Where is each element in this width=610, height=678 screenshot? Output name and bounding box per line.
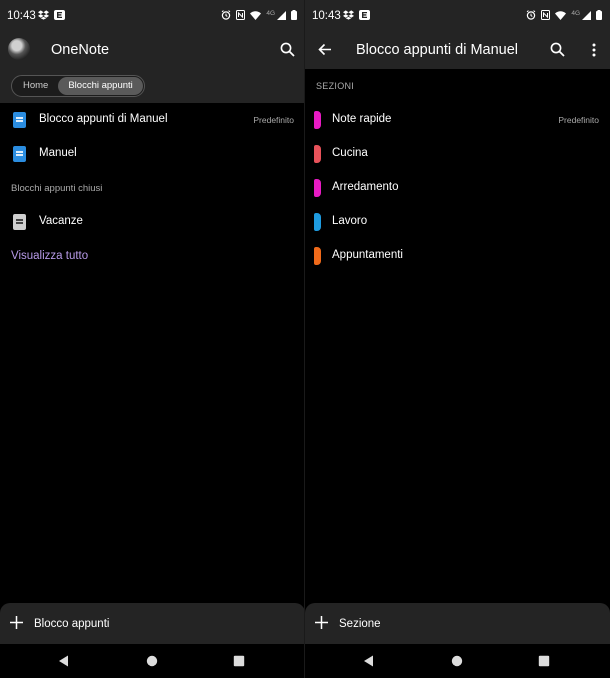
notebook-icon: [13, 112, 26, 128]
section-item[interactable]: Lavoro: [305, 205, 610, 239]
plus-icon: [10, 616, 23, 629]
arrow-back-icon[interactable]: [318, 43, 332, 56]
notebook-item[interactable]: Blocco appunti di Manuel Predefinito: [0, 103, 305, 137]
nav-recents-icon[interactable]: [233, 655, 245, 667]
signal-icon: [277, 10, 286, 20]
status-icons: 4G: [221, 10, 297, 20]
dropbox-icon: [343, 10, 354, 20]
notebook-icon: [13, 214, 26, 230]
section-color-tab: [314, 247, 321, 265]
wifi-icon: [250, 10, 262, 20]
status-icons: 4G: [526, 10, 602, 20]
network-type: 4G: [571, 9, 580, 17]
section-item[interactable]: Note rapide Predefinito: [305, 103, 610, 137]
add-notebook-button[interactable]: Blocco appunti: [0, 603, 305, 644]
plus-icon: [315, 616, 328, 629]
nav-back-icon[interactable]: [363, 655, 375, 667]
network-type: 4G: [266, 9, 275, 17]
search-icon[interactable]: [280, 42, 295, 57]
add-notebook-label: Blocco appunti: [34, 618, 110, 630]
section-name: Arredamento: [332, 181, 399, 193]
notification-icons: [343, 10, 370, 20]
section-item[interactable]: Arredamento: [305, 171, 610, 205]
section-color-tab: [314, 179, 321, 197]
nav-back-icon[interactable]: [58, 655, 70, 667]
status-bar: 10:43 4G: [0, 0, 305, 33]
default-badge: Predefinito: [253, 115, 294, 125]
default-badge: Predefinito: [558, 115, 599, 125]
battery-icon: [596, 10, 602, 20]
notification-icons: [38, 10, 65, 20]
nfc-icon: [541, 10, 551, 20]
mail-app-icon: [359, 10, 370, 20]
closed-notebook-item[interactable]: Vacanze: [0, 205, 305, 239]
tab-bar: Home Blocchi appunti: [0, 69, 305, 103]
notebook-icon: [13, 146, 26, 162]
dropbox-icon: [38, 10, 49, 20]
section-item[interactable]: Cucina: [305, 137, 610, 171]
closed-notebooks-header: Blocchi appunti chiusi: [11, 183, 103, 194]
notebook-title: Blocco appunti di Manuel: [356, 42, 519, 58]
notebook-name: Vacanze: [39, 215, 83, 227]
signal-icon: [582, 10, 591, 20]
mail-app-icon: [54, 10, 65, 20]
tab-notebooks[interactable]: Blocchi appunti: [58, 77, 143, 95]
app-bar: OneNote: [0, 33, 305, 69]
add-section-button[interactable]: Sezione: [305, 603, 610, 644]
alarm-icon: [527, 10, 536, 20]
section-color-tab: [314, 213, 321, 231]
nav-recents-icon[interactable]: [538, 655, 550, 667]
system-nav-bar: [305, 644, 610, 678]
nav-home-icon[interactable]: [146, 655, 158, 667]
tab-home[interactable]: Home: [13, 77, 58, 95]
section-name: Appuntamenti: [332, 249, 403, 261]
section-item[interactable]: Appuntamenti: [305, 239, 610, 273]
notebook-name: Manuel: [39, 147, 77, 159]
nfc-icon: [236, 10, 246, 20]
notebook-item[interactable]: Manuel: [0, 137, 305, 171]
section-name: Lavoro: [332, 215, 368, 227]
avatar[interactable]: [8, 38, 30, 60]
tab-switcher: Home Blocchi appunti: [11, 75, 145, 97]
nav-home-icon[interactable]: [451, 655, 463, 667]
sections-header: SEZIONI: [316, 81, 355, 91]
section-name: Note rapide: [332, 113, 392, 125]
notebooks-screen: 10:43 4G OneNote Home Blocchi appunti Bl…: [0, 0, 305, 678]
search-icon[interactable]: [550, 42, 565, 57]
add-section-label: Sezione: [339, 618, 381, 630]
view-all-link[interactable]: Visualizza tutto: [11, 250, 88, 262]
section-name: Cucina: [332, 147, 368, 159]
section-color-tab: [314, 145, 321, 163]
system-nav-bar: [0, 644, 305, 678]
battery-icon: [291, 10, 297, 20]
section-color-tab: [314, 111, 321, 129]
app-bar: Blocco appunti di Manuel: [305, 33, 610, 69]
app-title: OneNote: [51, 42, 110, 58]
wifi-icon: [555, 10, 567, 20]
more-vert-icon[interactable]: [592, 43, 596, 57]
status-bar: 10:43 4G: [305, 0, 610, 33]
notebook-name: Blocco appunti di Manuel: [39, 113, 168, 125]
status-time: 10:43: [7, 10, 36, 22]
alarm-icon: [222, 10, 231, 20]
status-time: 10:43: [312, 10, 341, 22]
sections-screen: 10:43 4G Blocco appunti di Manuel SEZION…: [305, 0, 610, 678]
